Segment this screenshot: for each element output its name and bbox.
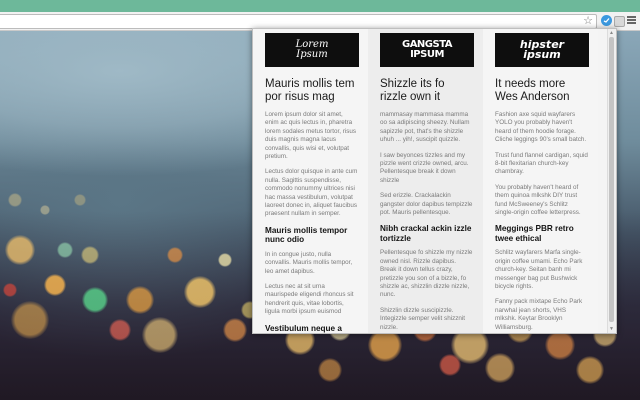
browser-top-bar — [0, 0, 640, 12]
bokeh-light — [126, 286, 154, 314]
body-paragraph: I saw beyonces tizzles and my pizzle wen… — [380, 151, 469, 184]
body-paragraph: Lorem ipsum dolor sit amet, enim ac quis… — [265, 111, 356, 161]
bokeh-light — [545, 330, 575, 360]
bokeh-light — [8, 193, 22, 207]
bokeh-light — [485, 353, 515, 383]
logo-text: GANGSTA IPSUM — [401, 39, 453, 60]
body-paragraph: Schlitz wayfarers Marfa single-origin co… — [495, 249, 583, 290]
body-paragraph: Shizzlin dizzle suscipizzle. Integizzle … — [380, 306, 466, 331]
bokeh-light — [82, 287, 108, 313]
column-lorem-ipsum: Lorem Ipsum Mauris mollis tem por risus m… — [253, 29, 368, 333]
lorem-ipsum-logo[interactable]: Lorem Ipsum — [265, 33, 359, 67]
bokeh-light — [11, 301, 49, 339]
body-paragraph: Fashion axe squid wayfarers YOLO you pro… — [495, 111, 587, 144]
bokeh-light — [223, 318, 247, 342]
column-gangsta-ipsum: GANGSTA IPSUM Shizzle its fo rizzle own i… — [368, 29, 483, 333]
section-heading: Meggings PBR retro twee ethical — [495, 224, 574, 243]
body-paragraph: You probably haven't heard of them quino… — [495, 183, 581, 217]
hipster-ipsum-logo[interactable]: hipster ipsum — [495, 33, 589, 67]
body-paragraph: Lectus nec at sit urna maurispede eligen… — [265, 282, 354, 316]
bokeh-light — [44, 274, 66, 296]
bokeh-light — [40, 205, 50, 215]
body-paragraph: mammasay mammasa mamma oo sa adipiscing … — [380, 111, 470, 144]
extension-popup: Lorem Ipsum Mauris mollis tem por risus m… — [252, 28, 617, 334]
bokeh-light — [184, 276, 216, 308]
bokeh-light — [74, 194, 86, 206]
address-bar[interactable]: ☆ — [0, 14, 597, 29]
column-title: It needs more Wes Anderson — [495, 78, 570, 103]
body-paragraph: Fanny pack mixtape Echo Park narwhal jea… — [495, 298, 583, 331]
gangsta-ipsum-logo[interactable]: GANGSTA IPSUM — [380, 33, 474, 67]
bokeh-light — [439, 354, 461, 376]
body-paragraph: Lectus dolor quisque in ante cum nulla. … — [265, 168, 358, 218]
logo-text: hipster ipsum — [519, 38, 565, 61]
column-hipster-ipsum: hipster ipsum It needs more Wes Anderson … — [483, 29, 598, 333]
bokeh-light — [109, 319, 131, 341]
section-heading: Mauris mollis tempor nunc odio — [265, 225, 348, 245]
body-paragraph: Pellentesque fo shizzle my nizzle owned … — [380, 249, 473, 299]
body-paragraph: Sed erizzle. Crackalackin gangster dolor… — [380, 192, 473, 217]
cards-extension-icon[interactable] — [614, 16, 625, 27]
bokeh-light — [81, 246, 99, 264]
bokeh-light — [57, 242, 73, 258]
bokeh-light — [167, 247, 183, 263]
body-paragraph: In in congue justo, nulla convallis. Mau… — [265, 250, 353, 275]
logo-text: Lorem Ipsum — [295, 39, 329, 60]
column-title: Mauris mollis tem por risus mag — [265, 78, 355, 103]
bokeh-light — [142, 317, 178, 353]
scroll-down-arrow-icon[interactable]: ▼ — [609, 326, 614, 332]
bokeh-light — [576, 356, 604, 384]
bokeh-light — [3, 283, 17, 297]
bookmark-star-icon[interactable]: ☆ — [583, 14, 593, 28]
bokeh-light — [218, 253, 232, 267]
scrollbar-thumb[interactable] — [609, 37, 614, 322]
hamburger-menu-icon[interactable] — [627, 15, 638, 26]
bokeh-light — [318, 358, 342, 382]
column-title: Shizzle its fo rizzle own it — [380, 78, 445, 103]
bokeh-light — [5, 235, 35, 265]
section-heading: Vestibulum neque a viverra — [265, 323, 342, 333]
body-paragraph: Trust fund flannel cardigan, squid 8-bit… — [495, 151, 588, 176]
scroll-up-arrow-icon[interactable]: ▲ — [609, 30, 614, 36]
bird-extension-icon[interactable] — [601, 15, 612, 26]
section-heading: Nibh crackal ackin izzle tortizzle — [380, 224, 472, 243]
popup-scrollbar[interactable]: ▲ ▼ — [607, 29, 616, 333]
